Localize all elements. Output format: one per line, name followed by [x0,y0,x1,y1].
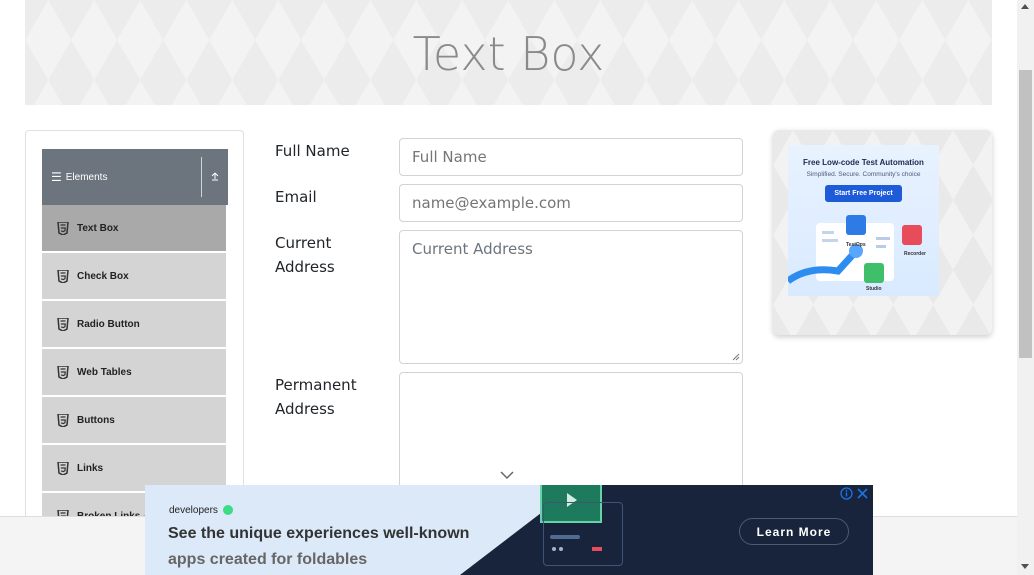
testops-label: TestOps [846,242,866,248]
chevron-down-icon[interactable] [500,470,514,480]
scroll-down-icon[interactable] [1021,564,1029,569]
full-name-input[interactable] [399,138,743,176]
label-line: Permanent [275,376,357,394]
android-icon [222,505,233,515]
sidebar-item-buttons[interactable]: Buttons [42,397,226,443]
sidebar-item-text-box[interactable]: Text Box [42,205,226,251]
sidebar-item-check-box[interactable]: Check Box [42,253,226,299]
html5-icon [57,412,69,428]
vertical-scrollbar[interactable] [1017,0,1034,575]
side-ad-subtitle: Simplified. Secure. Community's choice [806,171,921,178]
page-title: Text Box [412,26,605,81]
recorder-label: Recorder [904,251,926,257]
label-line: Address [275,258,335,276]
side-ad[interactable]: Free Low-code Test Automation Simplified… [773,130,992,335]
close-icon[interactable] [856,487,869,500]
sidebar-item-web-tables[interactable]: Web Tables [42,349,226,395]
full-name-label: Full Name [275,142,350,160]
ad-subline: apps created for foldables [168,551,368,568]
current-address-textarea[interactable]: Current Address [399,230,743,364]
textarea-placeholder: Current Address [412,240,533,258]
sidebar-item-label: Text Box [77,222,119,234]
group-title: Elements [65,171,108,183]
sidebar-item-label: Radio Button [77,318,140,330]
scrollbar-thumb[interactable] [1019,70,1032,358]
studio-label: Studio [866,286,882,292]
info-icon[interactable] [840,487,853,500]
side-ad-card[interactable]: Free Low-code Test Automation Simplified… [788,145,939,296]
sidebar-item-label: Web Tables [77,366,132,378]
html5-icon [57,316,69,332]
collapse-icon[interactable] [208,171,222,184]
sidebar-item-label: Check Box [77,270,129,282]
html5-icon [57,220,69,236]
email-input[interactable] [399,184,743,222]
sidebar-item-label: Links [77,462,104,474]
scroll-up-icon[interactable] [1021,4,1029,9]
start-free-project-button[interactable]: Start Free Project [825,185,902,202]
divider [201,157,202,197]
label-line: Address [275,400,335,418]
ad-headline: See the unique experiences well-known [168,525,470,542]
menu-icon: ☰ [51,170,62,184]
sidebar-item-label: Buttons [77,414,115,426]
permanent-address-label: Permanent Address [275,373,357,421]
current-address-label: Current Address [275,231,335,279]
side-ad-title: Free Low-code Test Automation [803,158,924,167]
page-banner: Text Box [25,0,992,105]
sidebar-item-radio-button[interactable]: Radio Button [42,301,226,347]
bottom-ad[interactable]: developers See the unique experiences we… [145,485,873,575]
html5-icon [57,364,69,380]
ad-brand: developers [169,505,233,516]
label-line: Current [275,234,332,252]
resize-handle-icon[interactable] [732,353,740,361]
email-label: Email [275,188,317,206]
html5-icon [57,268,69,284]
learn-more-button[interactable]: Learn More [739,518,849,545]
page: Text Box ☰ Elements Text Box Check Box R… [0,0,1034,575]
elements-group-header[interactable]: ☰ Elements [42,149,228,205]
html5-icon [57,460,69,476]
ad-brand-text: developers [169,505,218,516]
device-illustration-icon [543,502,623,566]
